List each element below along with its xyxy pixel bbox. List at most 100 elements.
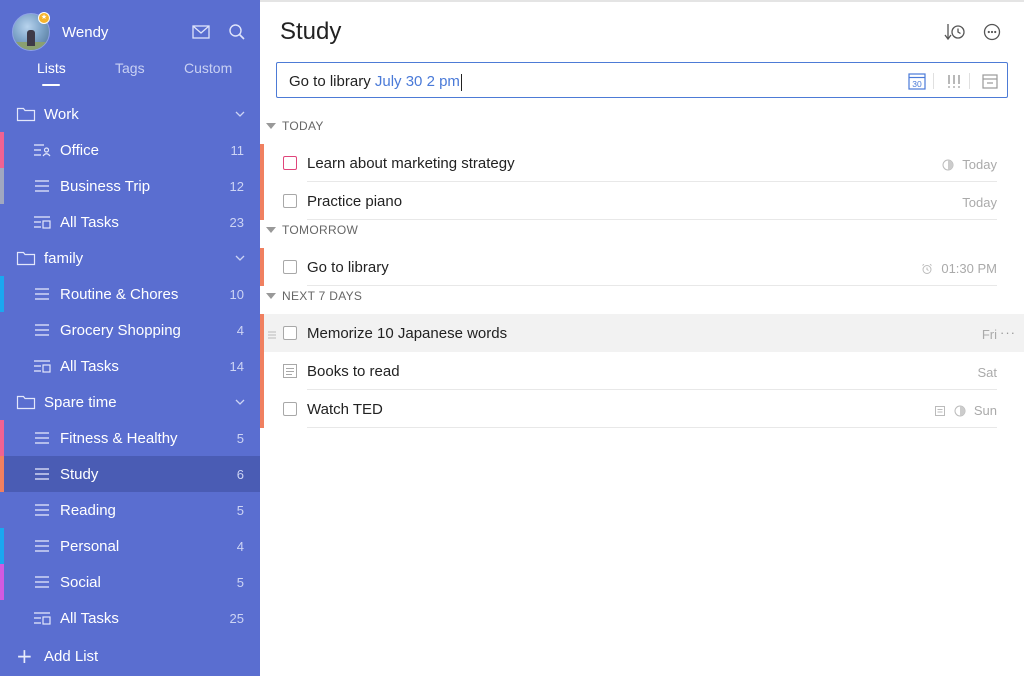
sidebar-item-label: Grocery Shopping bbox=[60, 321, 181, 339]
sidebar-item-label: Business Trip bbox=[60, 177, 151, 195]
task-title[interactable]: Memorize 10 Japanese words bbox=[307, 325, 507, 342]
sidebar-item-label: Work bbox=[44, 105, 79, 123]
folder-icon bbox=[16, 105, 36, 123]
priority-bar bbox=[260, 248, 264, 286]
chevron-down-icon[interactable] bbox=[234, 395, 246, 407]
task-row[interactable]: Watch TED Sun bbox=[260, 390, 1024, 428]
top-border bbox=[260, 0, 1024, 2]
task-more-icon[interactable]: ··· bbox=[1000, 325, 1016, 340]
task-checkbox[interactable] bbox=[283, 402, 297, 416]
tab-tags[interactable]: Tags bbox=[115, 60, 145, 76]
sidebar-item-office[interactable]: Office 11 bbox=[0, 132, 260, 168]
task-due[interactable]: Today bbox=[962, 157, 997, 172]
sidebar-item-study[interactable]: Study 6 bbox=[0, 456, 260, 492]
collapse-triangle-icon bbox=[266, 227, 276, 233]
all-tasks-icon bbox=[32, 357, 52, 375]
add-list-label: Add List bbox=[44, 647, 99, 665]
sidebar-item-social[interactable]: Social 5 bbox=[0, 564, 260, 600]
list-icon bbox=[32, 321, 52, 339]
sidebar-item-label: Social bbox=[60, 573, 101, 591]
text-caret bbox=[460, 73, 462, 91]
sidebar-folder-work[interactable]: Work bbox=[0, 96, 260, 132]
search-icon[interactable] bbox=[227, 22, 247, 42]
sidebar-header: ★ Wendy Lists Tags Custom bbox=[0, 0, 260, 96]
sidebar-item-all-tasks[interactable]: All Tasks 23 bbox=[0, 204, 260, 240]
sidebar-item-label: Personal bbox=[60, 537, 120, 555]
row-divider bbox=[307, 427, 997, 428]
task-due[interactable]: Sat bbox=[977, 365, 997, 380]
section-header-next-7-days[interactable]: NEXT 7 DAYS bbox=[266, 286, 362, 306]
task-due[interactable]: Sun bbox=[974, 403, 997, 418]
task-row[interactable]: Go to library 01:30 PM bbox=[260, 248, 1024, 286]
list-icon bbox=[32, 573, 52, 591]
task-title[interactable]: Watch TED bbox=[307, 401, 383, 418]
add-task-input[interactable]: Go to library July 30 2 pm 30 bbox=[276, 62, 1008, 98]
note-checkbox-icon[interactable] bbox=[283, 364, 297, 378]
tab-lists[interactable]: Lists bbox=[37, 60, 66, 76]
sidebar-item-label: Reading bbox=[60, 501, 116, 519]
sidebar: ★ Wendy Lists Tags Custom Work Office 11 Bu… bbox=[0, 0, 260, 676]
section-header-tomorrow[interactable]: TOMORROW bbox=[266, 220, 358, 240]
plus-icon: + bbox=[16, 644, 33, 668]
task-meta: Today bbox=[962, 195, 997, 210]
task-meta: Today bbox=[942, 157, 997, 172]
drag-handle-icon[interactable] bbox=[268, 327, 276, 339]
folder-icon bbox=[16, 249, 36, 267]
task-due[interactable]: Today bbox=[962, 195, 997, 210]
section-header-today[interactable]: TODAY bbox=[266, 116, 324, 136]
task-checkbox[interactable] bbox=[283, 156, 297, 170]
task-count: 5 bbox=[236, 574, 244, 590]
sidebar-item-label: All Tasks bbox=[60, 609, 119, 627]
task-row[interactable]: Learn about marketing strategy Today bbox=[260, 144, 1024, 182]
task-title[interactable]: Practice piano bbox=[307, 193, 402, 210]
task-checkbox[interactable] bbox=[283, 260, 297, 274]
add-task-text[interactable]: Go to library July 30 2 pm bbox=[289, 73, 462, 91]
sidebar-item-all-tasks[interactable]: All Tasks 25 bbox=[0, 600, 260, 636]
sidebar-folder-spare-time[interactable]: Spare time bbox=[0, 384, 260, 420]
more-options-icon[interactable] bbox=[981, 21, 1003, 43]
task-count: 10 bbox=[229, 286, 244, 302]
task-count: 5 bbox=[236, 502, 244, 518]
sidebar-item-personal[interactable]: Personal 4 bbox=[0, 528, 260, 564]
task-title[interactable]: Go to library bbox=[307, 259, 389, 276]
sidebar-item-fitness-healthy[interactable]: Fitness & Healthy 5 bbox=[0, 420, 260, 456]
task-count: 5 bbox=[236, 430, 244, 446]
list-color-bar bbox=[0, 132, 4, 168]
add-list-button[interactable]: + Add List bbox=[0, 636, 260, 676]
tab-custom[interactable]: Custom bbox=[184, 60, 232, 76]
sort-by-time-icon[interactable] bbox=[944, 21, 966, 43]
collapse-triangle-icon bbox=[266, 293, 276, 299]
sidebar-item-grocery-shopping[interactable]: Grocery Shopping 4 bbox=[0, 312, 260, 348]
calendar-icon[interactable]: 30 bbox=[907, 71, 927, 91]
task-meta: 01:30 PM bbox=[921, 261, 997, 276]
task-count: 25 bbox=[229, 610, 244, 626]
sidebar-item-routine-chores[interactable]: Routine & Chores 10 bbox=[0, 276, 260, 312]
task-row[interactable]: Memorize 10 Japanese words Fri ··· bbox=[260, 314, 1024, 352]
task-checkbox[interactable] bbox=[283, 326, 297, 340]
task-due[interactable]: 01:30 PM bbox=[941, 261, 997, 276]
sidebar-item-business-trip[interactable]: Business Trip 12 bbox=[0, 168, 260, 204]
task-title[interactable]: Books to read bbox=[307, 363, 400, 380]
sidebar-item-reading[interactable]: Reading 5 bbox=[0, 492, 260, 528]
list-color-bar bbox=[0, 528, 4, 564]
task-title[interactable]: Learn about marketing strategy bbox=[307, 155, 515, 172]
task-row[interactable]: Books to read Sat bbox=[260, 352, 1024, 390]
chevron-down-icon[interactable] bbox=[234, 251, 246, 263]
task-due[interactable]: Fri bbox=[982, 327, 997, 342]
sidebar-item-label: Office bbox=[60, 141, 99, 159]
list-icon bbox=[32, 429, 52, 447]
all-tasks-icon bbox=[32, 213, 52, 231]
user-name[interactable]: Wendy bbox=[62, 24, 108, 41]
task-checkbox[interactable] bbox=[283, 194, 297, 208]
chevron-down-icon[interactable] bbox=[234, 107, 246, 119]
task-row[interactable]: Practice piano Today bbox=[260, 182, 1024, 220]
sidebar-folder-family[interactable]: family bbox=[0, 240, 260, 276]
mail-icon[interactable] bbox=[191, 22, 211, 42]
section-label: TODAY bbox=[282, 119, 324, 133]
list-icon bbox=[32, 501, 52, 519]
sidebar-item-all-tasks[interactable]: All Tasks 14 bbox=[0, 348, 260, 384]
move-to-list-icon[interactable] bbox=[980, 71, 1000, 91]
all-tasks-icon bbox=[32, 609, 52, 627]
row-divider bbox=[307, 285, 997, 286]
priority-icon[interactable] bbox=[944, 71, 964, 91]
